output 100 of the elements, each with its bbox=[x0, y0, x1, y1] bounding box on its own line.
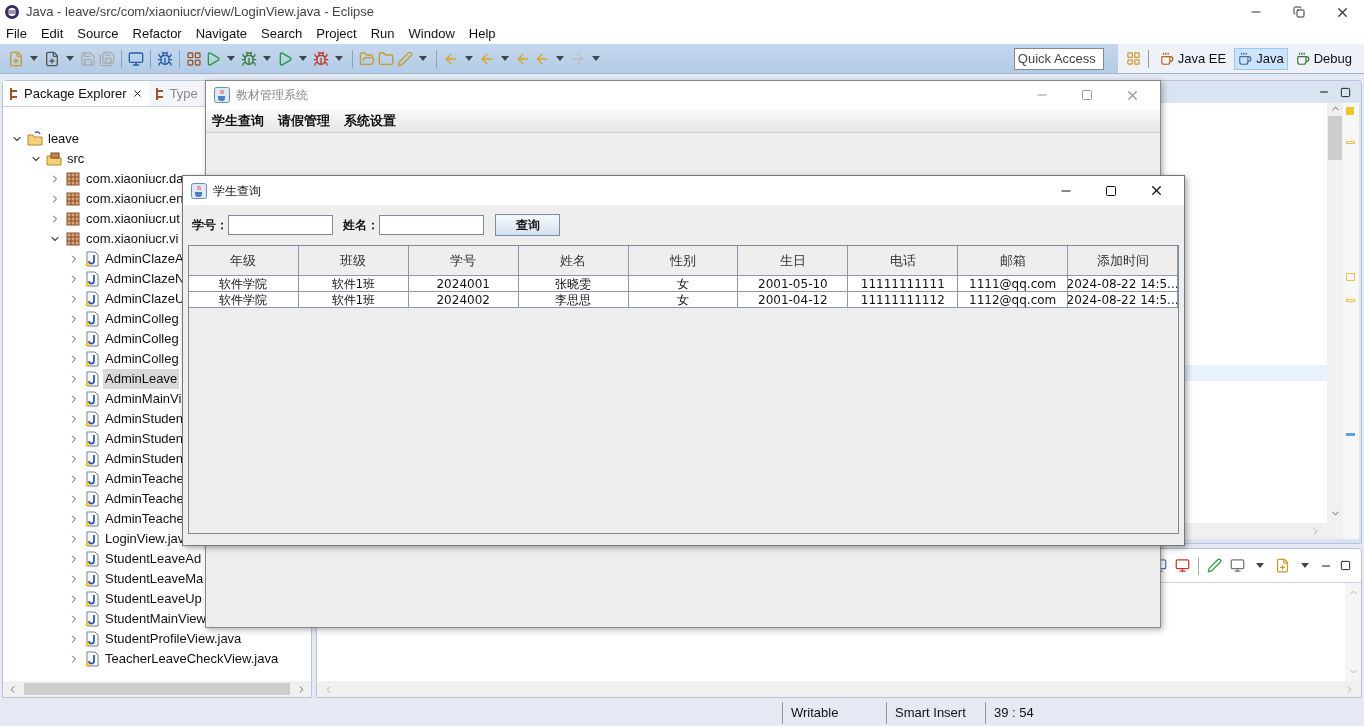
column-header[interactable]: 电话 bbox=[848, 246, 959, 276]
tree-item[interactable]: StudentProfileView.java bbox=[103, 629, 244, 649]
horizontal-scrollbar[interactable] bbox=[3, 681, 311, 697]
scroll-thumb[interactable] bbox=[1328, 116, 1342, 160]
new-item-icon[interactable] bbox=[44, 50, 60, 67]
save-all-icon[interactable] bbox=[99, 50, 115, 67]
menu-item[interactable]: Help bbox=[468, 24, 496, 44]
menu-item[interactable]: Refactor bbox=[132, 24, 182, 44]
dropdown-caret-icon[interactable] bbox=[263, 56, 271, 61]
text-field[interactable] bbox=[228, 215, 333, 235]
perspective-button[interactable]: Debug bbox=[1291, 47, 1356, 70]
column-header[interactable]: 班级 bbox=[298, 246, 409, 276]
close-icon[interactable] bbox=[131, 88, 143, 99]
tree-item[interactable]: StudentLeaveMa bbox=[103, 569, 206, 589]
maximize-icon[interactable] bbox=[1340, 560, 1351, 571]
dropdown-caret-icon[interactable] bbox=[335, 56, 343, 61]
bug-icon[interactable] bbox=[157, 50, 173, 67]
grid-icon[interactable] bbox=[186, 50, 202, 67]
column-header[interactable]: 年级 bbox=[189, 246, 299, 276]
remove-console-icon[interactable] bbox=[1175, 558, 1190, 573]
new-console-icon[interactable] bbox=[1275, 558, 1290, 573]
column-header[interactable]: 姓名 bbox=[518, 246, 629, 276]
column-header[interactable]: 邮箱 bbox=[958, 246, 1069, 276]
menu-item[interactable]: 系统设置 bbox=[344, 110, 396, 131]
tree-item[interactable]: StudentLeaveAd bbox=[103, 549, 204, 569]
close-icon[interactable] bbox=[1149, 183, 1164, 198]
scroll-thumb[interactable] bbox=[24, 683, 290, 695]
tree-item[interactable]: TeacherLeaveCheckView.java bbox=[103, 649, 281, 669]
dropdown-caret-icon[interactable] bbox=[592, 56, 600, 61]
tree-item[interactable]: src bbox=[65, 149, 87, 169]
tree-item[interactable]: LoginView.jav bbox=[103, 529, 187, 549]
save-icon[interactable] bbox=[80, 50, 96, 67]
dropdown-caret-icon[interactable] bbox=[419, 56, 427, 61]
tree-item[interactable]: com.xiaoniucr.ut bbox=[84, 209, 182, 229]
dropdown-caret-icon[interactable] bbox=[556, 56, 564, 61]
menu-item[interactable]: File bbox=[6, 24, 27, 44]
tree-item[interactable]: com.xiaoniucr.da bbox=[84, 169, 186, 189]
tree-item[interactable]: AdminTeache bbox=[103, 489, 186, 509]
tree-item[interactable]: AdminMainVi bbox=[103, 389, 184, 409]
menu-item[interactable]: Window bbox=[408, 24, 455, 44]
tree-item[interactable]: AdminStuden bbox=[103, 409, 186, 429]
tree-item[interactable]: AdminClazeN bbox=[103, 269, 187, 289]
open-perspective-icon[interactable] bbox=[1125, 51, 1141, 66]
menu-item[interactable]: Search bbox=[261, 24, 303, 44]
tree-item[interactable]: AdminTeache bbox=[103, 469, 186, 489]
menu-item[interactable]: 请假管理 bbox=[278, 110, 330, 131]
dropdown-caret-icon[interactable] bbox=[66, 56, 74, 61]
tree-item[interactable]: AdminColleg bbox=[103, 309, 181, 329]
column-header[interactable]: 添加时间 bbox=[1068, 246, 1178, 276]
menu-item[interactable]: 学生查询 bbox=[212, 110, 264, 131]
dropdown-caret-icon[interactable] bbox=[30, 56, 38, 61]
pen-icon[interactable] bbox=[397, 50, 413, 67]
bug-icon[interactable] bbox=[241, 50, 257, 67]
column-header[interactable]: 性别 bbox=[628, 246, 739, 276]
vertical-scrollbar[interactable] bbox=[1327, 103, 1343, 539]
dropdown-caret-icon[interactable] bbox=[1256, 563, 1264, 568]
tree-item[interactable]: leave bbox=[46, 129, 82, 149]
bug-icon[interactable] bbox=[313, 50, 329, 67]
restore-icon[interactable] bbox=[1293, 6, 1305, 18]
menu-item[interactable]: Navigate bbox=[195, 24, 247, 44]
new-file-icon[interactable] bbox=[8, 50, 24, 67]
column-header[interactable]: 生日 bbox=[738, 246, 849, 276]
tree-item[interactable]: AdminStuden bbox=[103, 429, 186, 449]
tree-item[interactable]: AdminClazeA bbox=[103, 249, 186, 269]
perspective-button[interactable]: Java EE bbox=[1155, 47, 1231, 70]
tree-item[interactable]: com.xiaoniucr.vi bbox=[84, 229, 181, 249]
tree-item[interactable]: StudentMainView bbox=[103, 609, 208, 629]
dropdown-caret-icon[interactable] bbox=[1301, 563, 1309, 568]
maximize-icon[interactable] bbox=[1105, 184, 1117, 197]
java-cup-icon bbox=[214, 87, 230, 103]
dropdown-caret-icon[interactable] bbox=[227, 56, 235, 61]
menu-item[interactable]: Project bbox=[316, 24, 357, 44]
menu-item[interactable]: Run bbox=[370, 24, 395, 44]
dropdown-caret-icon[interactable] bbox=[465, 56, 473, 61]
quick-access-field[interactable]: Quick Access bbox=[1013, 47, 1104, 70]
tree-item[interactable]: AdminStuden bbox=[103, 449, 186, 469]
tree-item[interactable]: AdminLeave bbox=[103, 369, 180, 389]
tree-item[interactable]: AdminColleg bbox=[103, 349, 181, 369]
menu-item[interactable]: Source bbox=[77, 24, 119, 44]
view-tab[interactable]: Package Explorer bbox=[3, 81, 149, 106]
tree-item[interactable]: AdminColleg bbox=[103, 329, 181, 349]
menu-item[interactable]: Edit bbox=[40, 24, 64, 44]
search-button[interactable]: 查询 bbox=[495, 214, 560, 236]
horizontal-scrollbar[interactable] bbox=[317, 681, 1361, 697]
text-field[interactable] bbox=[379, 215, 484, 235]
tree-item[interactable]: AdminClazeU bbox=[103, 289, 187, 309]
dropdown-caret-icon[interactable] bbox=[501, 56, 509, 61]
tree-item[interactable]: StudentLeaveUp bbox=[103, 589, 204, 609]
play-icon[interactable] bbox=[277, 50, 293, 67]
perspective-button[interactable]: Java bbox=[1234, 47, 1288, 70]
folder-icon[interactable] bbox=[378, 50, 394, 67]
folder-open-icon[interactable] bbox=[359, 50, 375, 67]
tree-item[interactable]: com.xiaoniucr.en bbox=[84, 189, 186, 209]
monitor-icon[interactable] bbox=[128, 50, 144, 67]
vertical-scrollbar[interactable] bbox=[1345, 583, 1361, 681]
column-header[interactable]: 学号 bbox=[408, 246, 519, 276]
dropdown-caret-icon[interactable] bbox=[299, 56, 307, 61]
tree-item[interactable]: AdminTeache bbox=[103, 509, 186, 529]
display-icon[interactable] bbox=[1230, 558, 1245, 573]
maximize-icon[interactable] bbox=[1340, 86, 1351, 98]
